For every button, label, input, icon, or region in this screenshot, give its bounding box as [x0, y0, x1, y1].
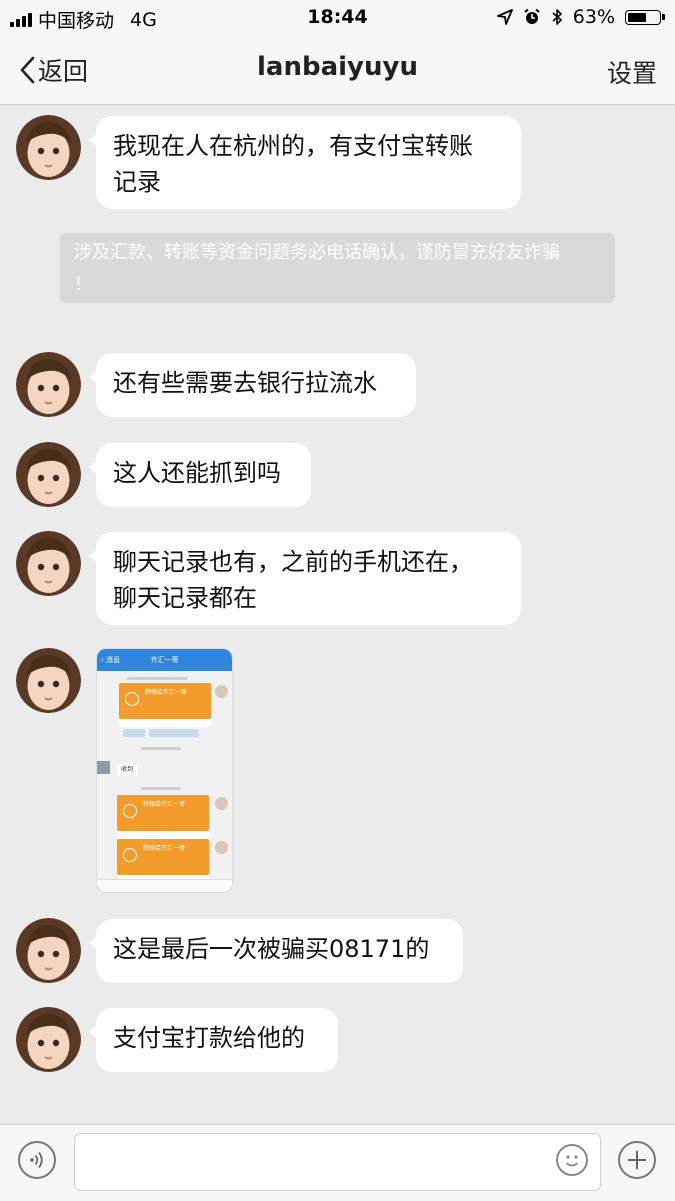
message-text: 这是最后一次被骗买08171的: [113, 935, 430, 963]
alarm-icon: [524, 8, 540, 24]
screenshot-strip: [119, 719, 211, 727]
nav-bar: 返回 lanbaiyuyu 设置: [0, 34, 675, 105]
transfer-card-text: 转账给齐汇一哥: [143, 845, 186, 852]
screenshot-title: 齐汇一哥: [150, 656, 179, 664]
notice-text: ！: [74, 274, 92, 295]
screenshot-line: [141, 747, 181, 750]
avatar-image: [16, 352, 81, 417]
status-right: 63%: [496, 6, 665, 28]
emoji-button[interactable]: [556, 1144, 588, 1176]
message-bubble[interactable]: 我现在人在杭州的，有支付宝转账 记录: [89, 116, 521, 209]
message-input[interactable]: [74, 1133, 601, 1191]
fraud-warning-notice: 涉及汇款、转账等资金问题务必电话确认，谨防冒充好友诈骗 ！: [60, 233, 615, 303]
avatar[interactable]: [16, 115, 81, 180]
message-text: 聊天记录都在: [113, 584, 257, 612]
avatar-image: [16, 648, 81, 713]
screenshot-pill: [149, 729, 199, 737]
avatar-image: [16, 1007, 81, 1072]
screenshot-header: ‹ 消息 齐汇一哥: [97, 649, 232, 671]
message-text: 支付宝打款给他的: [113, 1024, 305, 1052]
screenshot-strip: [117, 831, 209, 839]
bluetooth-icon: [552, 9, 562, 25]
screenshot-line: [127, 677, 187, 680]
screenshot-received: 收到: [117, 764, 137, 776]
more-button[interactable]: [618, 1141, 656, 1179]
status-bar: 中国移动 4G 18:44 63%: [0, 0, 675, 34]
transfer-card: 转账给齐汇一哥: [117, 839, 209, 875]
avatar-image: [16, 918, 81, 983]
transfer-card-text: 转账给齐汇一哥: [145, 689, 188, 696]
avatar-image: [16, 115, 81, 180]
message-bubble[interactable]: 这人还能抓到吗: [89, 443, 311, 507]
message-bubble[interactable]: 聊天记录也有，之前的手机还在， 聊天记录都在: [89, 532, 521, 625]
voice-icon: [30, 1151, 43, 1169]
image-message[interactable]: ‹ 消息 齐汇一哥 转账给齐汇一哥 收到 转账给齐汇一哥 转账给齐汇一哥: [96, 648, 233, 893]
chat-title: lanbaiyuyu: [257, 52, 418, 82]
transfer-card-text: 转账给齐汇一哥: [143, 801, 186, 808]
battery-percent: 63%: [572, 6, 615, 28]
message-text: 这人还能抓到吗: [113, 459, 281, 487]
screenshot-avatar: [215, 685, 228, 698]
screenshot-back: ‹ 消息: [101, 656, 121, 664]
screenshot-pill: [123, 729, 145, 737]
message-bubble[interactable]: 还有些需要去银行拉流水: [89, 353, 416, 417]
avatar-image: [16, 442, 81, 507]
avatar[interactable]: [16, 531, 81, 596]
voice-button[interactable]: [18, 1141, 56, 1179]
transfer-card: 转账给齐汇一哥: [119, 683, 211, 719]
avatar[interactable]: [16, 918, 81, 983]
notice-text: 涉及汇款、转账等资金问题务必电话确认，谨防冒充好友诈骗: [74, 242, 560, 263]
screenshot-avatar: [215, 841, 228, 854]
input-bar: [0, 1124, 675, 1201]
battery-icon: [625, 9, 665, 25]
avatar[interactable]: [16, 1007, 81, 1072]
screenshot-avatar: [215, 797, 228, 810]
message-text: 记录: [113, 168, 161, 196]
screenshot-input-bar: [97, 879, 232, 892]
message-bubble[interactable]: 这是最后一次被骗买08171的: [89, 919, 463, 983]
avatar-image: [16, 531, 81, 596]
transfer-card: 转账给齐汇一哥: [117, 795, 209, 831]
message-text: 还有些需要去银行拉流水: [113, 369, 377, 397]
plus-icon: [628, 1151, 646, 1169]
settings-button[interactable]: 设置: [607, 54, 657, 90]
message-text: 聊天记录也有，之前的手机还在，: [113, 548, 473, 576]
location-arrow-icon: [496, 9, 513, 25]
screenshot-avatar: [97, 761, 110, 774]
screenshot-line: [141, 787, 181, 790]
emoji-icon: [565, 1155, 579, 1167]
message-bubble[interactable]: 支付宝打款给他的: [89, 1008, 338, 1072]
avatar[interactable]: [16, 442, 81, 507]
message-text: 我现在人在杭州的，有支付宝转账: [113, 132, 473, 160]
avatar[interactable]: [16, 648, 81, 713]
avatar[interactable]: [16, 352, 81, 417]
